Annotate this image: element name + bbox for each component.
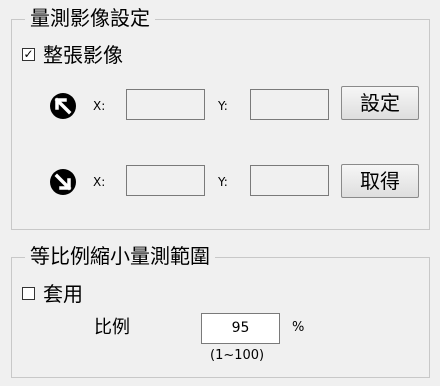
arrow-up-left-icon xyxy=(50,93,76,119)
top-left-y-label: Y: xyxy=(218,99,228,113)
top-left-y-input[interactable] xyxy=(250,89,329,120)
ratio-label: 比例 xyxy=(94,317,130,338)
whole-image-checkbox-label[interactable]: 整張影像 xyxy=(43,43,123,67)
measure-image-settings-title: 量測影像設定 xyxy=(25,7,155,29)
get-button[interactable]: 取得 xyxy=(341,164,419,198)
arrow-down-right-icon xyxy=(50,169,76,195)
ratio-input[interactable]: 95 xyxy=(201,313,280,344)
ratio-range-hint: (1~100) xyxy=(210,348,265,363)
scale-range-title: 等比例縮小量測範圍 xyxy=(25,245,215,267)
set-button[interactable]: 設定 xyxy=(341,86,419,120)
top-left-x-label: X: xyxy=(93,99,106,113)
bottom-right-x-label: X: xyxy=(93,175,106,189)
bottom-right-x-input[interactable] xyxy=(126,165,205,196)
apply-checkbox[interactable] xyxy=(22,287,35,300)
bottom-right-y-label: Y: xyxy=(218,175,228,189)
bottom-right-y-input[interactable] xyxy=(250,165,329,196)
whole-image-checkbox[interactable]: ✓ xyxy=(22,48,35,61)
top-left-x-input[interactable] xyxy=(126,89,205,120)
ratio-unit-label: % xyxy=(292,320,305,335)
apply-checkbox-label[interactable]: 套用 xyxy=(43,282,83,306)
